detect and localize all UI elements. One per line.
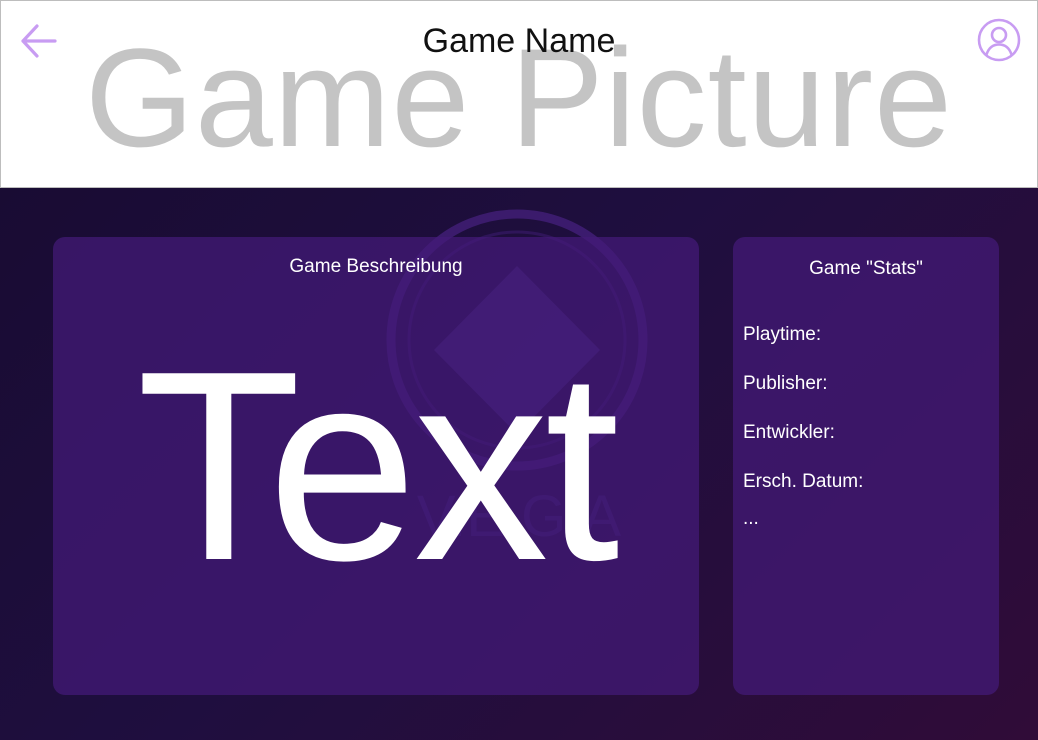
profile-button[interactable]	[976, 17, 1022, 63]
description-heading: Game Beschreibung	[289, 256, 463, 277]
stats-heading: Game "Stats"	[809, 258, 923, 279]
description-text: Text	[136, 316, 619, 617]
description-panel: Game Beschreibung Text	[53, 237, 699, 695]
stats-more: ...	[743, 508, 759, 529]
stat-playtime: Playtime:	[743, 324, 822, 345]
stats-panel: Game "Stats" Playtime: Publisher: Entwic…	[733, 237, 999, 695]
stats-list: Playtime: Publisher: Entwickler: Ersch. …	[743, 323, 863, 519]
user-circle-icon	[977, 18, 1021, 62]
main-content: V.E.G.A Game Beschreibung Text Game "Sta…	[0, 188, 1038, 740]
page-title: Game Name	[422, 22, 616, 60]
arrow-left-icon	[21, 24, 57, 58]
stat-developer: Entwickler:	[743, 422, 835, 443]
stat-release-date: Ersch. Datum:	[743, 471, 864, 492]
header: Game Picture Game Name	[0, 0, 1038, 188]
back-button[interactable]	[19, 21, 59, 61]
stat-publisher: Publisher:	[743, 373, 828, 394]
